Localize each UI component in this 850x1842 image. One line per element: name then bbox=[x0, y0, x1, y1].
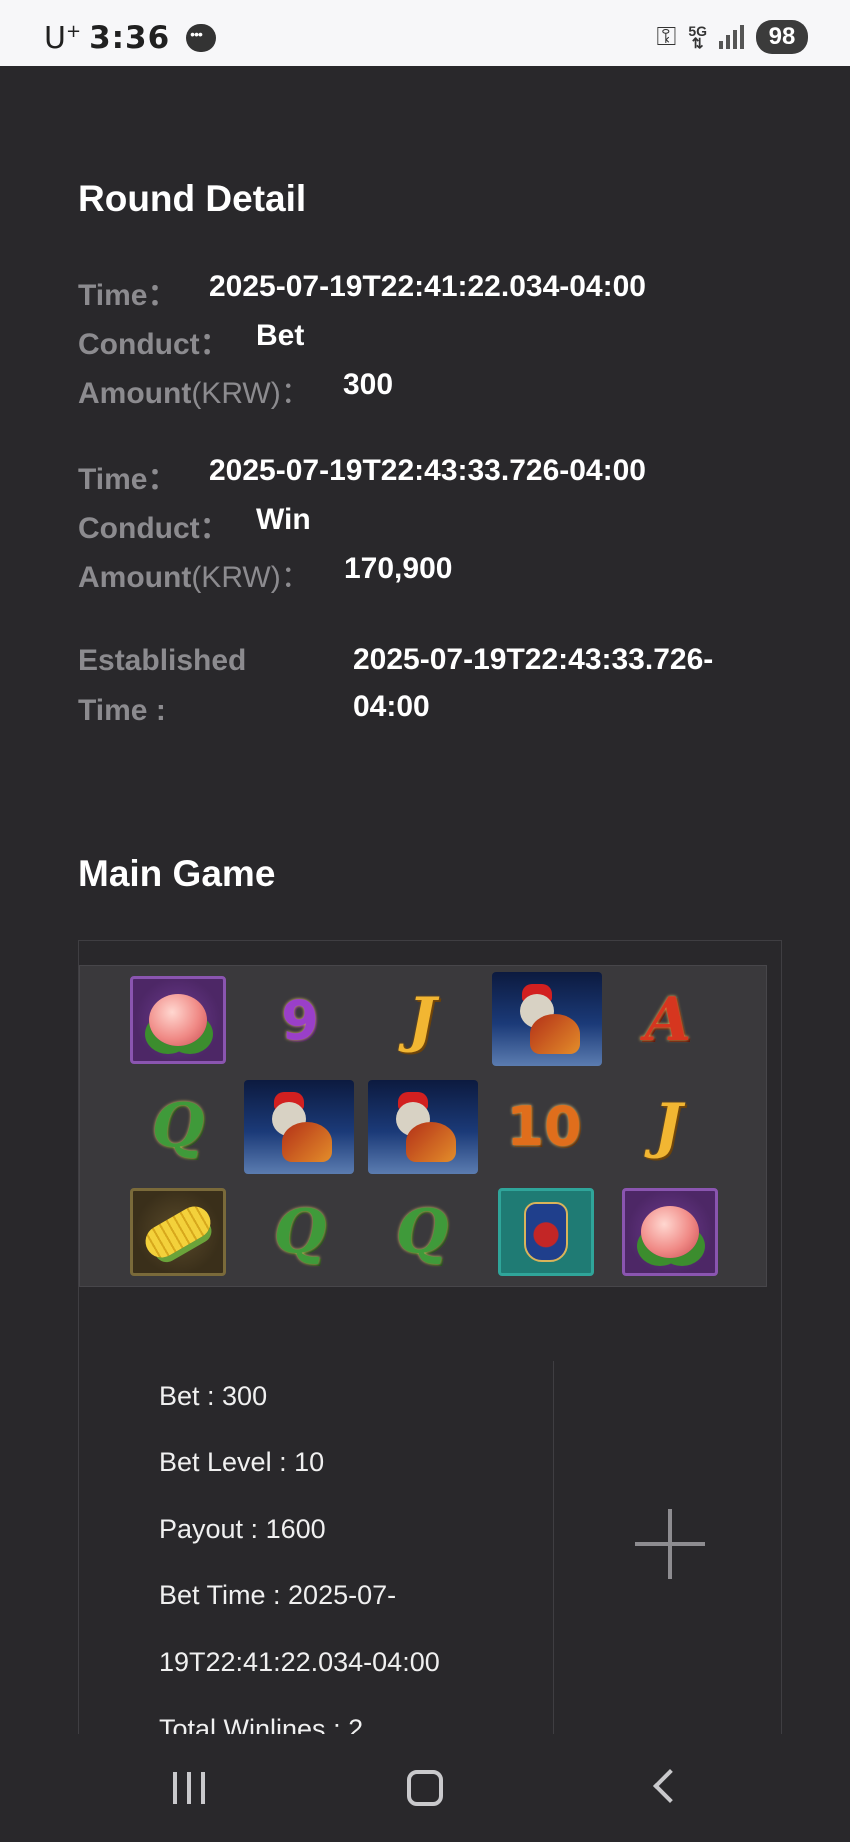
status-bar: U+ 3:36 ⚿ 5G⇅ 98 bbox=[0, 0, 850, 66]
home-icon[interactable] bbox=[407, 1770, 443, 1806]
symbol-j: J bbox=[407, 985, 437, 1055]
status-left: U+ 3:36 bbox=[44, 20, 217, 56]
symbol-q: Q bbox=[395, 1197, 449, 1267]
navigation-bar bbox=[0, 1734, 850, 1842]
bet-time-text-cont: 19T22:41:22.034-04:00 bbox=[159, 1647, 440, 1677]
bet-time-text: Bet Time : 2025-07- bbox=[159, 1580, 397, 1610]
symbol-j: J bbox=[653, 1091, 683, 1161]
signal-icon bbox=[719, 25, 744, 49]
established-time-label: Established Time : bbox=[78, 644, 247, 727]
recents-icon[interactable] bbox=[173, 1772, 205, 1804]
panel-divider bbox=[553, 1361, 554, 1734]
entry-1-time-row: Time： 2025-07-19T22:41:22.034-04:00 bbox=[78, 270, 646, 314]
time-label: Time： bbox=[78, 463, 178, 496]
amount-label: Amount(KRW)： bbox=[78, 377, 311, 410]
main-game-title: Main Game bbox=[78, 853, 276, 894]
payout-text: Payout : 1600 bbox=[159, 1514, 326, 1544]
main-game-panel: 9 J A Q 10 J Q Q Bet : 300 Bet Level : 1… bbox=[78, 940, 782, 1734]
conduct-value: Win bbox=[256, 503, 311, 536]
time-value: 2025-07-19T22:41:22.034-04:00 bbox=[209, 270, 646, 303]
entry-1-amount-row: Amount(KRW)： 300 bbox=[78, 368, 393, 412]
carrier-label: U+ bbox=[44, 20, 82, 56]
vpn-key-icon: ⚿ bbox=[656, 21, 677, 51]
message-icon bbox=[186, 24, 217, 52]
rooster-icon bbox=[244, 1080, 354, 1174]
symbol-a: A bbox=[644, 985, 692, 1055]
symbol-10: 10 bbox=[506, 1094, 582, 1158]
conduct-value: Bet bbox=[256, 319, 305, 352]
entry-2-conduct-row: Conduct： Win bbox=[78, 503, 311, 547]
battery-indicator: 98 bbox=[756, 20, 808, 54]
peach-icon bbox=[130, 976, 226, 1064]
conduct-label: Conduct： bbox=[78, 328, 230, 361]
amount-label: Amount(KRW)： bbox=[78, 561, 311, 594]
entry-2-time-row: Time： 2025-07-19T22:43:33.726-04:00 bbox=[78, 454, 646, 498]
symbol-9: 9 bbox=[281, 988, 319, 1052]
expand-plus-icon[interactable] bbox=[635, 1509, 705, 1579]
peach-icon bbox=[622, 1188, 718, 1276]
clock: 3:36 bbox=[89, 20, 171, 56]
symbol-q: Q bbox=[151, 1091, 205, 1161]
network-5g-icon: 5G ⇅ bbox=[688, 23, 707, 51]
entry-2-amount-row: Amount(KRW)： 170,900 bbox=[78, 552, 452, 596]
amount-value: 300 bbox=[343, 368, 394, 401]
bet-text: Bet : 300 bbox=[159, 1381, 268, 1411]
rooster-icon bbox=[368, 1080, 478, 1174]
amount-value: 170,900 bbox=[344, 552, 453, 585]
established-time-value: 2025-07-19T22:43:33.726- 04:00 bbox=[353, 643, 714, 723]
rooster-icon bbox=[492, 972, 602, 1066]
reel-grid: 9 J A Q 10 J Q Q bbox=[79, 965, 767, 1287]
conduct-label: Conduct： bbox=[78, 512, 230, 545]
time-label: Time： bbox=[78, 279, 178, 312]
symbol-q: Q bbox=[273, 1197, 327, 1267]
wine-jar-icon bbox=[498, 1188, 594, 1276]
round-detail-title: Round Detail bbox=[78, 178, 307, 219]
entry-1-conduct-row: Conduct： Bet bbox=[78, 319, 304, 363]
status-right: ⚿ 5G ⇅ 98 bbox=[657, 20, 808, 54]
total-winlines-text: Total Winlines : 2 bbox=[159, 1714, 364, 1734]
page-content[interactable]: Round Detail Time： 2025-07-19T22:41:22.0… bbox=[0, 66, 850, 1734]
corn-icon bbox=[130, 1188, 226, 1276]
time-value: 2025-07-19T22:43:33.726-04:00 bbox=[209, 454, 646, 487]
bet-level-text: Bet Level : 10 bbox=[159, 1447, 325, 1477]
back-icon[interactable] bbox=[653, 1769, 687, 1803]
